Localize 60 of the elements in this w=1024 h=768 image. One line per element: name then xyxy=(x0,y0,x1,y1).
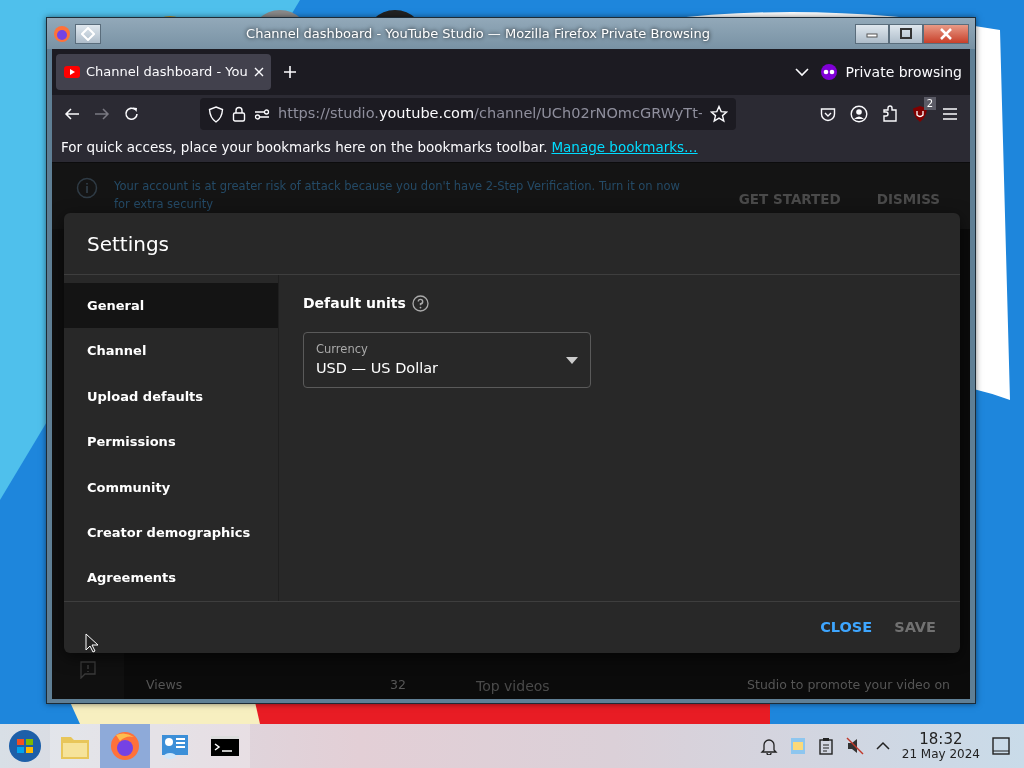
settings-nav-item[interactable]: Community xyxy=(64,464,278,511)
field-value: USD — US Dollar xyxy=(316,358,440,378)
menu-icon[interactable] xyxy=(942,107,958,121)
close-icon[interactable] xyxy=(253,67,264,77)
settings-nav-item[interactable]: General xyxy=(64,283,278,329)
address-bar[interactable]: https://studio.youtube.com/channel/UCh02rNOmcGRWyTt- xyxy=(200,98,736,130)
metric-value: 32 xyxy=(390,676,406,695)
clipboard-photo-icon[interactable] xyxy=(789,737,806,755)
start-orb-icon[interactable] xyxy=(8,729,42,763)
show-desktop-icon[interactable] xyxy=(992,737,1010,755)
section-title: Default units xyxy=(303,294,406,313)
field-label: Currency xyxy=(316,340,369,358)
permissions-icon[interactable] xyxy=(254,108,270,120)
window-title: Channel dashboard - YouTube Studio — Mozilla Firefox Private Browsing xyxy=(245,24,711,43)
count-badge: 2 xyxy=(923,97,936,110)
help-icon[interactable] xyxy=(411,295,429,312)
back-icon[interactable] xyxy=(64,106,80,122)
settings-nav-item[interactable]: Permissions xyxy=(64,419,278,465)
dropdown-caret-icon xyxy=(566,356,578,364)
section-heading: Top videos xyxy=(476,677,550,697)
shield-badge-icon[interactable] xyxy=(912,105,928,123)
bookmark-star-icon[interactable] xyxy=(710,105,728,123)
chevron-up-icon[interactable] xyxy=(875,741,890,751)
settings-nav-item[interactable]: Upload defaults xyxy=(64,373,278,420)
browser-tab[interactable]: Channel dashboard - You xyxy=(56,54,271,90)
clock-date: 21 May 2024 xyxy=(901,747,980,761)
clock[interactable]: 18:32 21 May 2024 xyxy=(901,731,980,761)
settings-nav-item[interactable]: Agreements xyxy=(64,555,278,601)
reload-icon[interactable] xyxy=(124,106,140,122)
settings-nav-item[interactable]: Channel xyxy=(64,328,278,374)
private-browsing-label: Private browsing xyxy=(845,62,962,82)
new-tab-icon[interactable] xyxy=(283,65,297,79)
firefox-icon[interactable] xyxy=(108,729,142,763)
dialog-button[interactable]: CLOSE xyxy=(812,610,881,645)
settings-nav-item[interactable]: Creator demographics xyxy=(64,510,278,556)
clipboard-icon[interactable] xyxy=(817,737,834,755)
shield-icon[interactable] xyxy=(208,105,224,123)
bell-icon[interactable] xyxy=(759,737,778,755)
banner-text: Your account is at greater risk of attack because you don't have 2-Step Verification. Turn it on now for extra security xyxy=(114,178,681,213)
manage-bookmarks-link[interactable]: Manage bookmarks… xyxy=(551,137,698,158)
bookmarks-hint: For quick access, place your bookmarks here on the bookmarks toolbar. xyxy=(61,138,548,158)
lock-icon[interactable] xyxy=(232,106,246,122)
puzzle-icon[interactable] xyxy=(882,105,898,123)
video-logo-icon xyxy=(64,66,80,78)
url-text: https://studio.youtube.com/channel/UCh02rNOmcGRWyTt- xyxy=(278,104,702,124)
info-icon xyxy=(76,177,98,199)
promo-text: Studio to promote your video on xyxy=(747,676,950,695)
muted-speaker-icon[interactable] xyxy=(845,737,864,755)
forward-icon[interactable] xyxy=(94,106,110,122)
close-icon[interactable] xyxy=(938,25,954,42)
metric-label: Views xyxy=(146,676,183,695)
dialog-title: Settings xyxy=(64,213,960,275)
tab-title: Channel dashboard - You xyxy=(86,63,248,82)
clock-time: 18:32 xyxy=(919,731,963,748)
chevron-down-icon[interactable] xyxy=(795,67,810,77)
pocket-icon[interactable] xyxy=(820,106,836,122)
currency-dropdown[interactable]: Currency USD — US Dollar xyxy=(303,332,591,388)
account-icon[interactable] xyxy=(850,105,868,123)
mask-icon xyxy=(821,64,838,80)
maximize-icon[interactable] xyxy=(898,25,914,42)
